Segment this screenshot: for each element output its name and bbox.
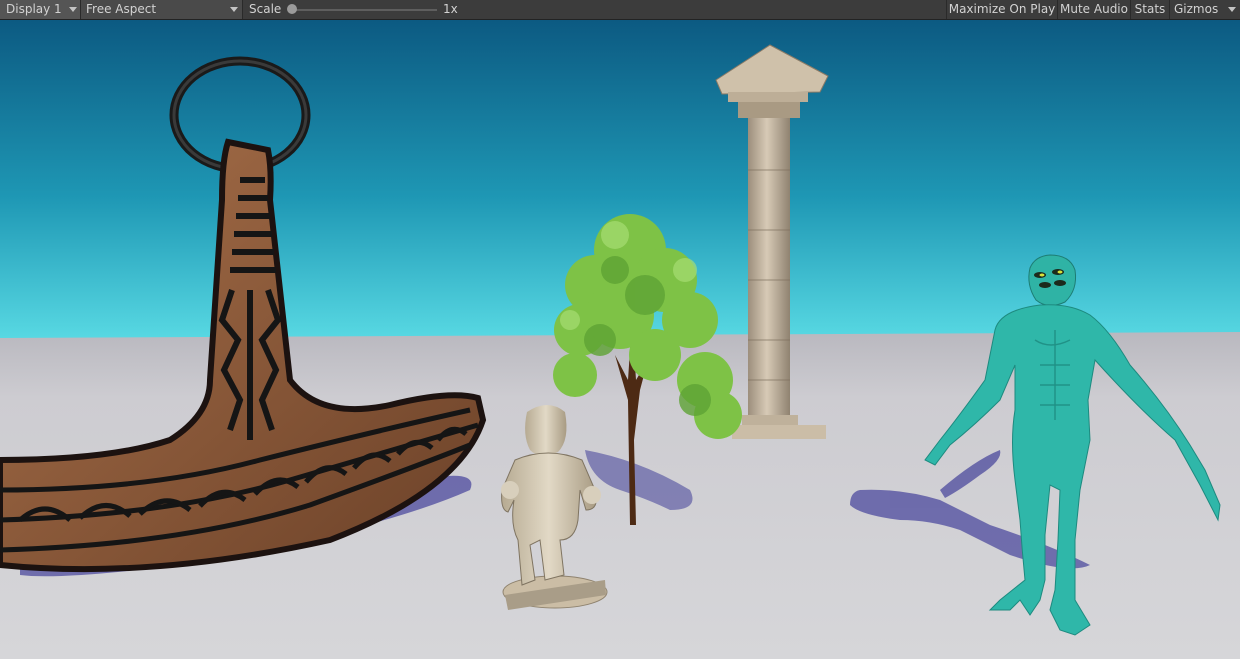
stats-button[interactable]: Stats: [1131, 0, 1169, 19]
mute-audio-button[interactable]: Mute Audio: [1058, 0, 1130, 19]
aspect-label: Free Aspect: [86, 2, 157, 16]
scale-value: 1x: [443, 2, 458, 16]
scale-label: Scale: [249, 2, 282, 16]
gizmos-label: Gizmos: [1174, 2, 1219, 16]
scale-slider-handle[interactable]: [287, 4, 297, 14]
game-viewport[interactable]: [0, 20, 1240, 659]
chevron-down-icon: [230, 7, 238, 12]
chevron-down-icon: [69, 7, 77, 12]
chevron-down-icon: [1228, 7, 1236, 12]
aspect-dropdown[interactable]: Free Aspect: [81, 0, 242, 19]
display-dropdown[interactable]: Display 1: [0, 0, 80, 19]
game-view-toolbar: Display 1 Free Aspect Scale 1x Maximize …: [0, 0, 1240, 20]
scene-render: [0, 20, 1240, 659]
scale-slider-track[interactable]: [292, 9, 437, 11]
display-label: Display 1: [6, 2, 62, 16]
divider: [242, 0, 243, 19]
maximize-on-play-button[interactable]: Maximize On Play: [947, 0, 1057, 19]
gizmos-dropdown[interactable]: Gizmos: [1170, 0, 1240, 19]
